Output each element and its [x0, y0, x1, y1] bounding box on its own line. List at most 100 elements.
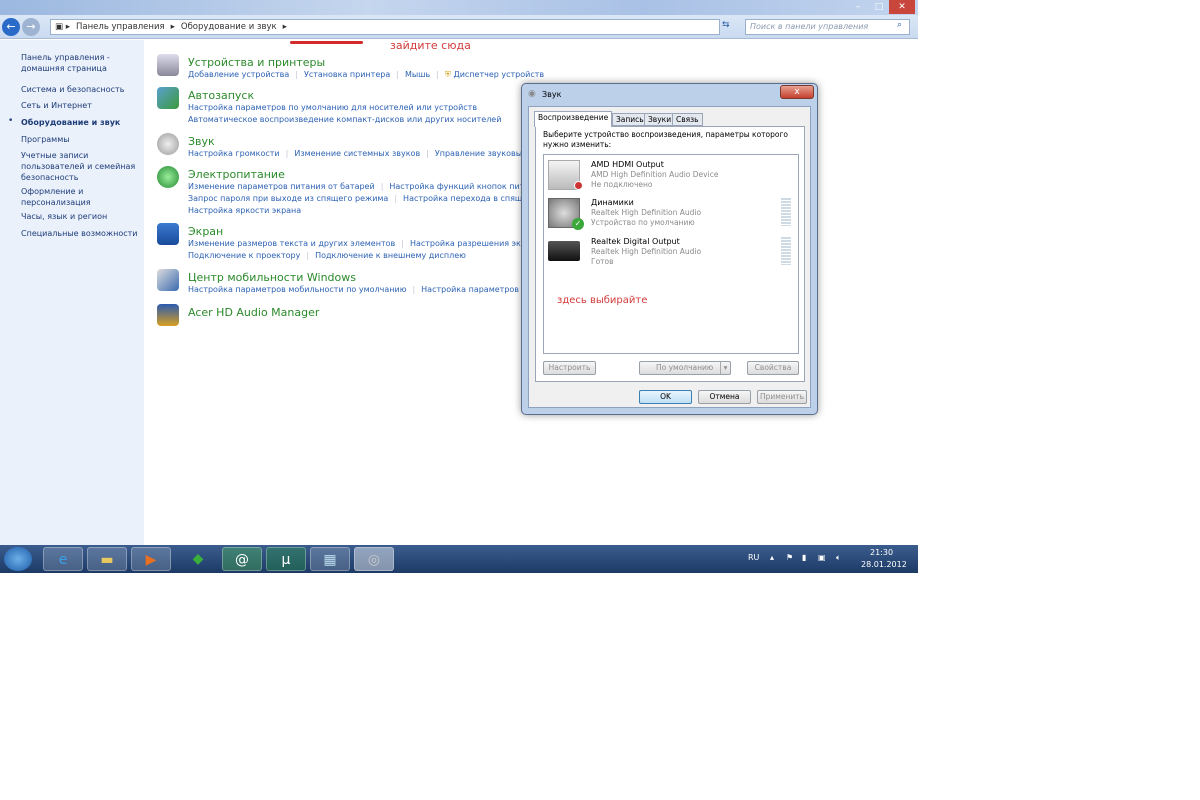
maximize-button[interactable]: □ — [868, 0, 890, 14]
configure-button[interactable]: Настроить — [543, 361, 596, 375]
ok-button[interactable]: OK — [639, 390, 692, 404]
link[interactable]: Настройка параметров пре — [421, 285, 537, 294]
sidebar-item-appearance[interactable]: Оформление и персонализация — [21, 186, 139, 208]
tab-playback[interactable]: Воспроизведение — [534, 111, 613, 127]
dialog-title: Звук — [542, 90, 562, 99]
link[interactable]: Изменение системных звуков — [294, 149, 420, 158]
control-panel-icon[interactable]: ▦ — [310, 547, 350, 571]
sidebar-item-hardware[interactable]: Оборудование и звук — [21, 117, 139, 128]
mail-agent-icon[interactable]: @ — [222, 547, 262, 571]
category-title[interactable]: Центр мобильности Windows — [188, 271, 356, 284]
tab-communications[interactable]: Связь — [672, 113, 703, 126]
device-item[interactable]: Realtek Digital Output Realtek High Defi… — [548, 237, 791, 273]
acer-audio-icon — [157, 304, 179, 326]
network-icon[interactable]: ▣ — [818, 553, 826, 562]
sidebar-item-home[interactable]: Панель управления - домашняя страница — [21, 52, 139, 74]
sidebar-item-accounts[interactable]: Учетные записи пользователей и семейная … — [21, 150, 139, 183]
link[interactable]: Подключение к внешнему дисплею — [315, 251, 466, 260]
clock-date[interactable]: 28.01.2012 — [861, 560, 907, 569]
category-title[interactable]: Acer HD Audio Manager — [188, 306, 319, 319]
sound-dialog: ◉ Звук x Воспроизведение Запись Звуки Св… — [521, 83, 818, 415]
default-check-icon: ✓ — [572, 218, 584, 230]
device-list[interactable]: AMD HDMI Output AMD High Definition Audi… — [543, 154, 799, 354]
category-title[interactable]: Звук — [188, 135, 215, 148]
device-driver: AMD High Definition Audio Device — [591, 170, 719, 179]
game-app-icon[interactable]: ◆ — [178, 547, 218, 571]
close-button[interactable]: ✕ — [889, 0, 915, 14]
device-status: Не подключено — [591, 180, 653, 189]
link[interactable]: Установка принтера — [304, 70, 390, 79]
folder-icon: ▣ ▸ — [55, 22, 70, 32]
breadcrumb-hardware-sound[interactable]: Оборудование и звук — [181, 22, 277, 32]
link[interactable]: Добавление устройства — [188, 70, 289, 79]
dropdown-arrow-icon[interactable]: ▾ — [720, 362, 730, 374]
show-hidden-icons[interactable]: ▴ — [770, 553, 774, 562]
category-title[interactable]: Электропитание — [188, 168, 285, 181]
dialog-close-button[interactable]: x — [780, 85, 814, 99]
sound-taskbar-icon[interactable]: ◎ — [354, 547, 394, 571]
device-status: Устройство по умолчанию — [591, 218, 695, 227]
apply-button[interactable]: Применить — [757, 390, 807, 404]
device-driver: Realtek High Definition Audio — [591, 247, 702, 256]
device-name: AMD HDMI Output — [591, 160, 664, 169]
link[interactable]: Автоматическое воспроизведение компакт-д… — [188, 115, 501, 124]
breadcrumb[interactable]: ▣ ▸ Панель управления ▸ Оборудование и звук… — [50, 19, 720, 35]
minimize-button[interactable]: – — [847, 0, 869, 14]
properties-button[interactable]: Свойства — [747, 361, 799, 375]
link[interactable]: Настройка яркости экрана — [188, 206, 301, 215]
set-default-button[interactable]: По умолчанию ▾ — [639, 361, 731, 375]
sidebar — [0, 40, 144, 545]
clock-time[interactable]: 21:30 — [870, 548, 893, 557]
control-panel-window: – □ ✕ ← → ▣ ▸ Панель управления ▸ Оборудова… — [0, 0, 918, 573]
action-center-flag-icon[interactable]: ⚑ — [786, 553, 793, 562]
utorrent-icon[interactable]: µ — [266, 547, 306, 571]
category-title[interactable]: Экран — [188, 225, 223, 238]
link[interactable]: Настройка громкости — [188, 149, 280, 158]
volume-meter — [781, 237, 791, 265]
printer-icon — [157, 54, 179, 76]
link[interactable]: Диспетчер устройств — [453, 70, 544, 79]
refresh-icon[interactable]: ⇆ — [722, 20, 730, 30]
dialog-body: Воспроизведение Запись Звуки Связь Выбер… — [528, 106, 811, 408]
link[interactable]: Запрос пароля при выходе из спящего режи… — [188, 194, 388, 203]
link[interactable]: Изменение размеров текста и других элеме… — [188, 239, 395, 248]
link[interactable]: Настройка параметров мобильности по умол… — [188, 285, 406, 294]
back-button[interactable]: ← — [2, 18, 20, 36]
forward-button[interactable]: → — [22, 18, 40, 36]
instruction-text: Выберите устройство воспроизведения, пар… — [543, 130, 789, 149]
tab-recording[interactable]: Запись — [612, 113, 648, 126]
sidebar-item-clock[interactable]: Часы, язык и регион — [21, 211, 139, 222]
internet-explorer-icon[interactable]: e — [43, 547, 83, 571]
search-input[interactable]: Поиск в панели управления — [745, 19, 910, 35]
media-player-icon[interactable]: ▶ — [131, 547, 171, 571]
device-item[interactable]: AMD HDMI Output AMD High Definition Audi… — [548, 160, 788, 196]
power-icon[interactable]: ▮ — [802, 553, 806, 562]
sidebar-item-system[interactable]: Система и безопасность — [21, 84, 139, 95]
link[interactable]: Подключение к проектору — [188, 251, 300, 260]
sidebar-item-programs[interactable]: Программы — [21, 134, 139, 145]
volume-icon[interactable]: 🔈︎ — [836, 553, 841, 563]
volume-meter — [781, 198, 791, 226]
active-bullet: • — [8, 116, 14, 126]
tab-sounds[interactable]: Звуки — [644, 113, 676, 126]
category-title[interactable]: Автозапуск — [188, 89, 254, 102]
device-item[interactable]: ✓ Динамики Realtek High Definition Audio… — [548, 198, 791, 234]
search-icon[interactable]: ⌕ — [897, 20, 902, 30]
sidebar-item-network[interactable]: Сеть и Интернет — [21, 100, 139, 111]
link[interactable]: Изменение параметров питания от батарей — [188, 182, 375, 191]
explorer-folder-icon[interactable]: ▬ — [87, 547, 127, 571]
sidebar-item-accessibility[interactable]: Специальные возможности — [21, 228, 139, 239]
device-status: Готов — [591, 257, 614, 266]
language-indicator[interactable]: RU — [748, 553, 759, 562]
device-driver: Realtek High Definition Audio — [591, 208, 702, 217]
device-name: Динамики — [591, 198, 634, 207]
link[interactable]: Мышь — [405, 70, 430, 79]
link[interactable]: Настройка параметров по умолчанию для но… — [188, 103, 477, 112]
mobility-center-icon — [157, 269, 179, 291]
disconnected-icon — [574, 181, 583, 190]
category-title[interactable]: Устройства и принтеры — [188, 56, 325, 69]
cancel-button[interactable]: Отмена — [698, 390, 751, 404]
speaker-icon — [157, 133, 179, 155]
start-button[interactable] — [4, 547, 32, 571]
breadcrumb-control-panel[interactable]: Панель управления — [76, 22, 165, 32]
